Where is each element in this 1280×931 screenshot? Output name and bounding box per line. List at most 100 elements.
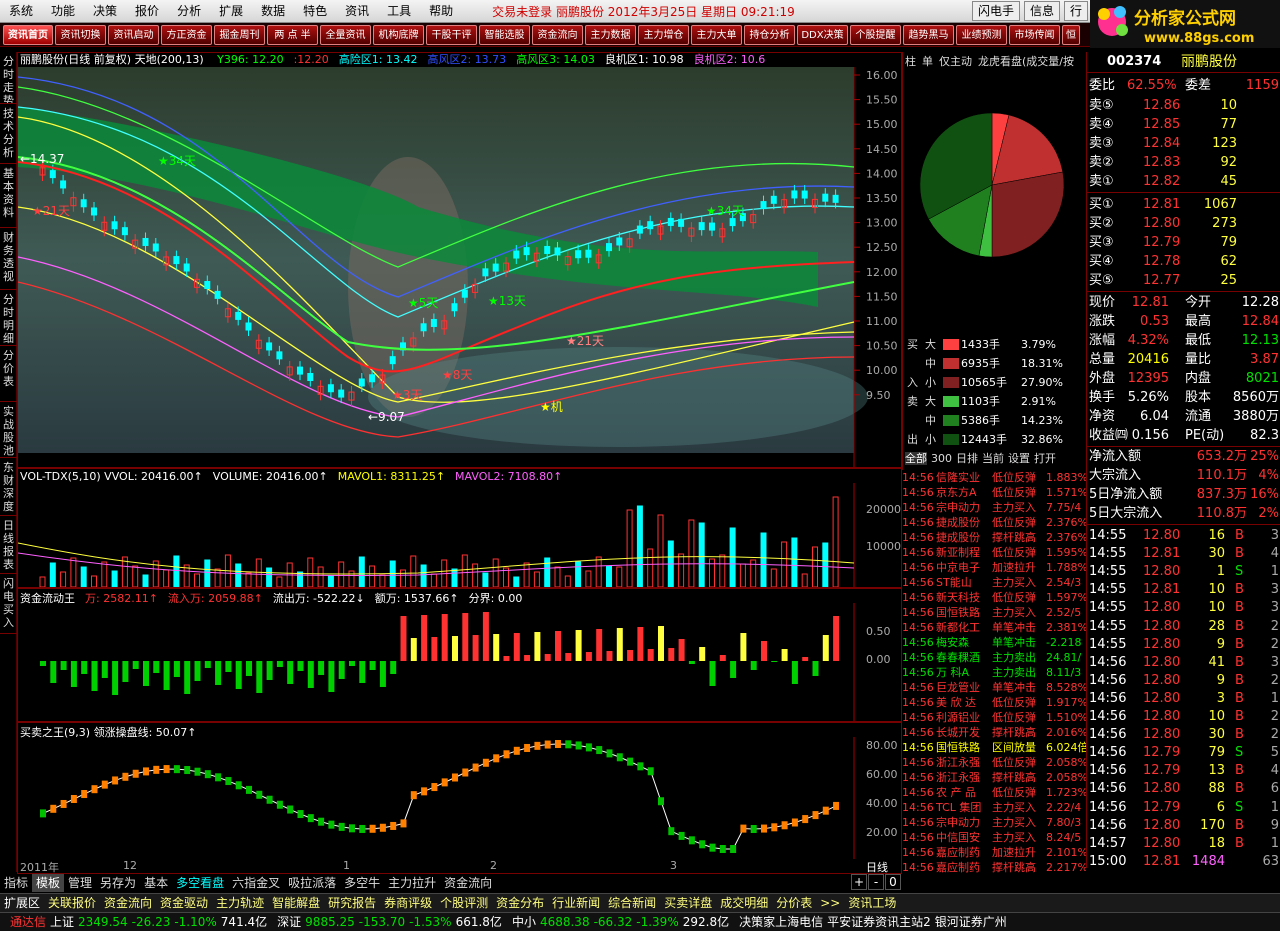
extension-tab-1[interactable]: 关联报价	[44, 894, 100, 912]
sidebar-item-7[interactable]: 东财深度	[0, 458, 17, 516]
extension-tab-9[interactable]: 资金分布	[492, 894, 548, 912]
radar-item-14[interactable]: 14:56 巨龙管业 单笔冲击 8.528%	[902, 680, 1086, 695]
sidebar-item-6[interactable]: 实战股池	[0, 402, 17, 458]
extension-tab-8[interactable]: 个股评测	[436, 894, 492, 912]
toolbar-button-1[interactable]: 资讯切换	[55, 25, 106, 45]
indicator-tab-2[interactable]: 管理	[64, 874, 96, 892]
radar-item-10[interactable]: 14:56 新都化工 单笔冲击 2.381%	[902, 620, 1086, 635]
extension-tab-0[interactable]: 扩展区	[0, 894, 44, 912]
menu-0[interactable]: 系统	[0, 0, 42, 22]
radar-item-20[interactable]: 14:56 浙江永强 撑杆跳高 2.058%	[902, 770, 1086, 785]
indicator-tab-5[interactable]: 多空看盘	[172, 874, 228, 892]
toolbar-button-17[interactable]: 趋势黑马	[903, 25, 954, 45]
dragon-tab-2[interactable]: 仅主动	[939, 55, 972, 68]
extension-tab-5[interactable]: 智能解盘	[268, 894, 324, 912]
sidebar-item-8[interactable]: 日线报表	[0, 516, 17, 574]
radar-item-1[interactable]: 14:56 京东方A 低位反弹 1.571%	[902, 485, 1086, 500]
sidebar-item-1[interactable]: 技术分析	[0, 104, 17, 164]
dragon-filter-2[interactable]: 日排	[956, 452, 978, 465]
radar-item-13[interactable]: 14:56 万 科A 主力卖出 8.11/3	[902, 665, 1086, 680]
toolbar-button-8[interactable]: 干股干评	[426, 25, 477, 45]
sidebar-item-0[interactable]: 分时走势	[0, 52, 17, 104]
indicator-tab-10[interactable]: 资金流向	[440, 874, 496, 892]
extension-tab-10[interactable]: 行业新闻	[548, 894, 604, 912]
radar-item-2[interactable]: 14:56 宗申动力 主力买入 7.75/4	[902, 500, 1086, 515]
menu-10[interactable]: 帮助	[420, 0, 462, 22]
radar-item-12[interactable]: 14:56 春春稞酒 主力卖出 24.81/	[902, 650, 1086, 665]
radar-item-5[interactable]: 14:56 新亚制程 低位反弹 1.595%	[902, 545, 1086, 560]
toolbar-button-18[interactable]: 业绩预测	[956, 25, 1007, 45]
kline-chart[interactable]: 16.00 15.50 15.00 14.50 14.00 13.50 13.00 12.50…	[18, 67, 901, 467]
extension-tab-6[interactable]: 研究报告	[324, 894, 380, 912]
dragon-tab-1[interactable]: 单	[922, 55, 933, 68]
radar-item-17[interactable]: 14:56 长城开发 撑杆跳高 2.016%	[902, 725, 1086, 740]
toolbar-button-20[interactable]: 恒	[1062, 25, 1080, 45]
sidebar-item-3[interactable]: 财务透视	[0, 228, 17, 290]
sidebar-item-9[interactable]: 闪电买入	[0, 574, 17, 634]
radar-item-24[interactable]: 14:56 中信国安 主力买入 8.24/5	[902, 830, 1086, 845]
radar-item-7[interactable]: 14:56 ST能山 主力买入 2.54/3	[902, 575, 1086, 590]
menu-button-2[interactable]: 行	[1063, 1, 1088, 21]
chart-control-0[interactable]: +	[851, 874, 867, 890]
menu-1[interactable]: 功能	[42, 0, 84, 22]
radar-item-9[interactable]: 14:56 国恒铁路 主力买入 2.52/5	[902, 605, 1086, 620]
radar-item-22[interactable]: 14:56 TCL 集团 主力买入 2.22/4	[902, 800, 1086, 815]
menu-7[interactable]: 特色	[294, 0, 336, 22]
radar-item-18[interactable]: 14:56 国恒铁路 区间放量 6.024倍	[902, 740, 1086, 755]
extension-tab-11[interactable]: 综合新闻	[604, 894, 660, 912]
indicator-tab-8[interactable]: 多空牛	[340, 874, 384, 892]
radar-item-19[interactable]: 14:56 浙江永强 低位反弹 2.058%	[902, 755, 1086, 770]
radar-item-11[interactable]: 14:56 梅安森 单笔冲击 -2.218	[902, 635, 1086, 650]
radar-item-26[interactable]: 14:56 嘉应制药 撑杆跳高 2.217%	[902, 860, 1086, 875]
moneyflow-chart[interactable]: 0.50 0.00	[18, 603, 901, 721]
indicator-tab-3[interactable]: 另存为	[96, 874, 140, 892]
dragon-filter-0[interactable]: 全部	[905, 452, 927, 465]
menu-2[interactable]: 决策	[84, 0, 126, 22]
toolbar-button-19[interactable]: 市场传闻	[1009, 25, 1060, 45]
dragon-tab-3[interactable]: 龙虎看盘(成交量/按	[978, 55, 1074, 68]
menu-5[interactable]: 扩展	[210, 0, 252, 22]
radar-item-4[interactable]: 14:56 捷成股份 撑杆跳高 2.376%	[902, 530, 1086, 545]
volume-chart[interactable]: 20000 10000	[18, 483, 901, 587]
sidebar-item-5[interactable]: 分价表	[0, 346, 17, 402]
chart-control-1[interactable]: -	[868, 874, 884, 890]
toolbar-button-13[interactable]: 主力大单	[691, 25, 742, 45]
menu-3[interactable]: 报价	[126, 0, 168, 22]
dragon-tab-0[interactable]: 柱	[905, 55, 916, 68]
toolbar-button-6[interactable]: 全量资讯	[320, 25, 371, 45]
sidebar-item-2[interactable]: 基本资料	[0, 164, 17, 228]
menu-9[interactable]: 工具	[378, 0, 420, 22]
extension-tab-2[interactable]: 资金流向	[100, 894, 156, 912]
extension-tab-13[interactable]: 成交明细	[716, 894, 772, 912]
radar-item-0[interactable]: 14:56 信隆实业 低位反弹 1.883%	[902, 470, 1086, 485]
toolbar-button-0[interactable]: 资讯首页	[3, 25, 53, 45]
indicator-tab-4[interactable]: 基本	[140, 874, 172, 892]
radar-item-3[interactable]: 14:56 捷成股份 低位反弹 2.376%	[902, 515, 1086, 530]
toolbar-button-9[interactable]: 智能选股	[479, 25, 530, 45]
menu-8[interactable]: 资讯	[336, 0, 378, 22]
radar-item-15[interactable]: 14:56 美 欣 达 低位反弹 1.917%	[902, 695, 1086, 710]
dragon-filter-1[interactable]: 300	[931, 452, 952, 465]
chart-control-2[interactable]: 0	[885, 874, 901, 890]
toolbar-button-2[interactable]: 资讯启动	[108, 25, 159, 45]
radar-item-23[interactable]: 14:56 宗申动力 主力买入 7.80/3	[902, 815, 1086, 830]
extension-tab-16[interactable]: 资讯工场	[844, 894, 900, 912]
radar-item-21[interactable]: 14:56 农 产 品 低位反弹 1.723%	[902, 785, 1086, 800]
radar-item-25[interactable]: 14:56 嘉应制药 加速拉升 2.101%	[902, 845, 1086, 860]
toolbar-button-5[interactable]: 两 点 半	[267, 25, 318, 45]
indicator-tab-9[interactable]: 主力拉升	[384, 874, 440, 892]
toolbar-button-3[interactable]: 方正资金	[161, 25, 212, 45]
menu-button-1[interactable]: 信息	[1023, 1, 1060, 21]
sidebar-item-4[interactable]: 分时明细	[0, 290, 17, 346]
radar-item-6[interactable]: 14:56 中京电子 加速拉升 1.788%	[902, 560, 1086, 575]
toolbar-button-12[interactable]: 主力增仓	[638, 25, 689, 45]
tradeking-chart[interactable]: 80.00 60.00 40.00 20.00	[18, 737, 901, 859]
indicator-tab-6[interactable]: 六指金叉	[228, 874, 284, 892]
extension-tab-7[interactable]: 券商评级	[380, 894, 436, 912]
dragon-filter-3[interactable]: 当前	[982, 452, 1004, 465]
dragon-filter-5[interactable]: 打开	[1034, 452, 1056, 465]
toolbar-button-4[interactable]: 掘金周刊	[214, 25, 265, 45]
extension-tab-12[interactable]: 买卖详盘	[660, 894, 716, 912]
indicator-tab-0[interactable]: 指标	[0, 874, 32, 892]
toolbar-button-10[interactable]: 资金流向	[532, 25, 583, 45]
